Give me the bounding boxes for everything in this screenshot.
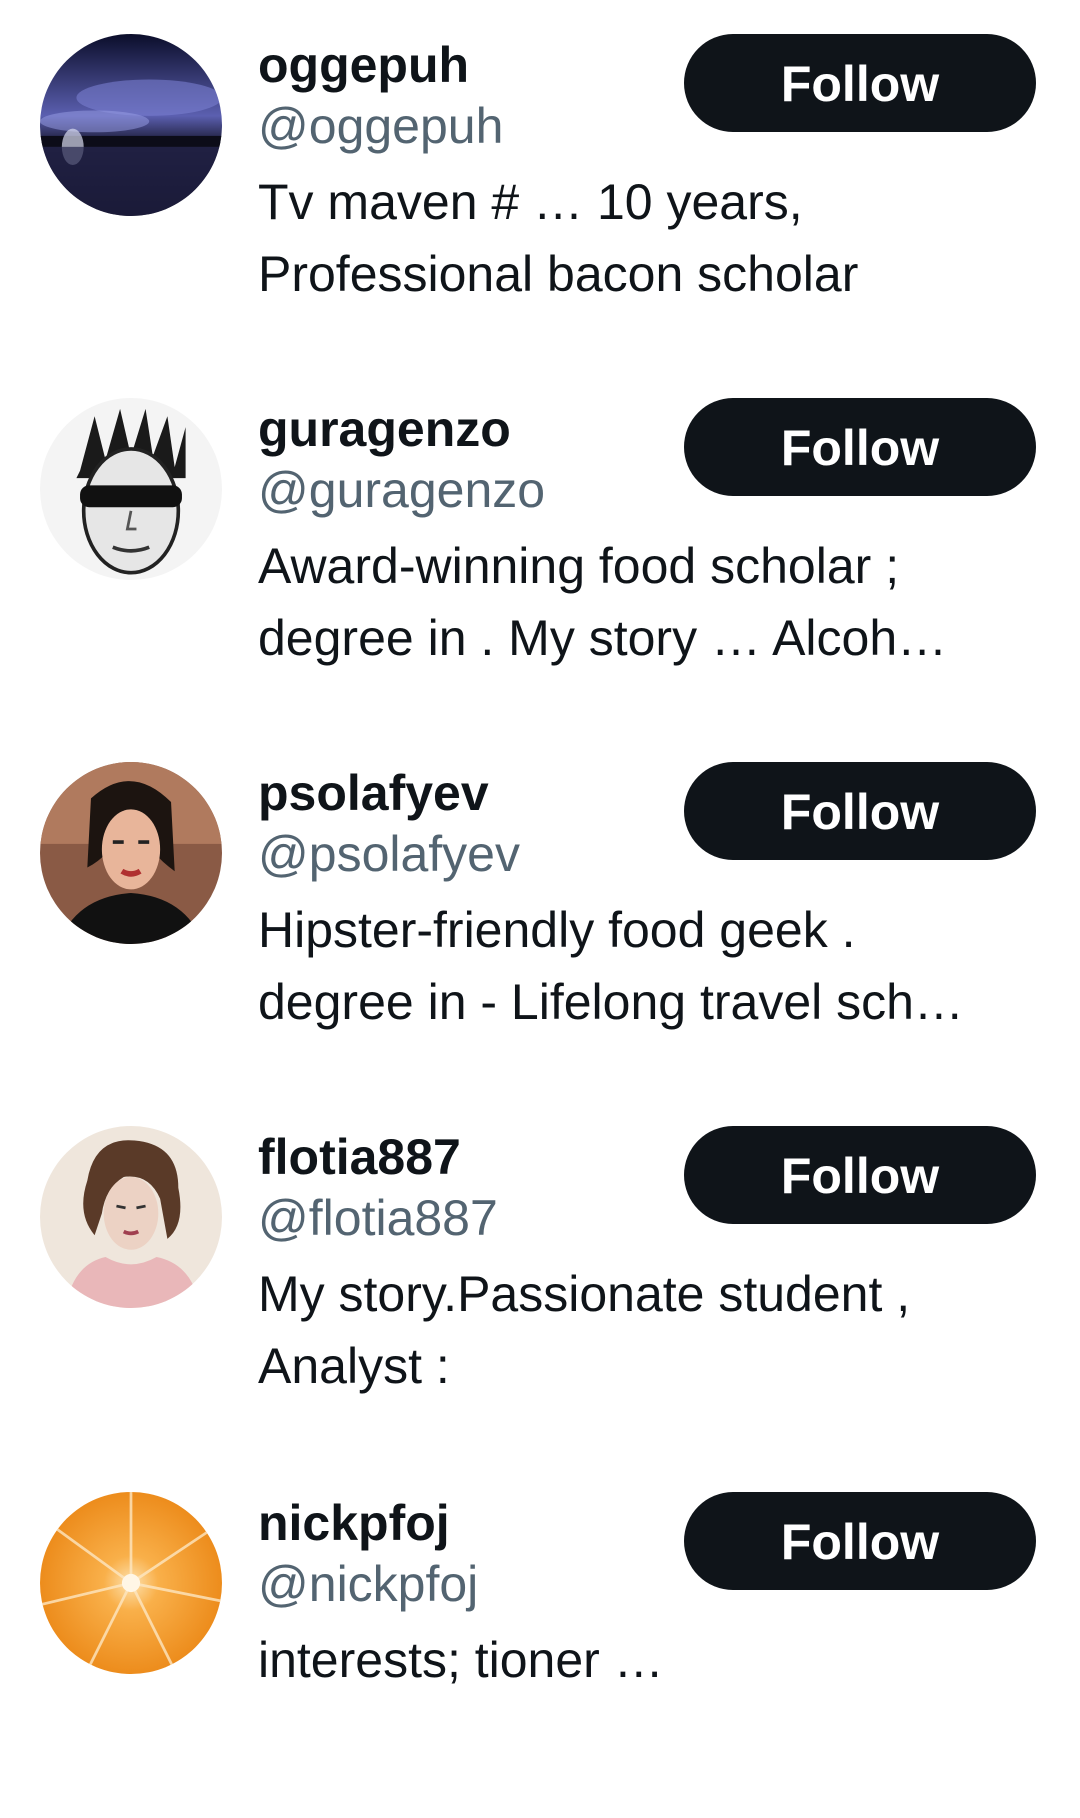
night-lake-photo-icon [40, 34, 222, 216]
user-bio: Award-winning food scholar ; degree in .… [258, 530, 1028, 674]
user-bio: Tv maven # … 10 years, Professional baco… [258, 166, 1028, 310]
user-bio: Hipster-friendly food geek . degree in -… [258, 894, 1028, 1038]
avatar[interactable] [40, 762, 222, 944]
follow-button[interactable]: Follow [684, 398, 1036, 496]
bio-line: Professional bacon scholar [258, 246, 859, 302]
user-cell[interactable]: psolafyev @psolafyev Hipster-friendly fo… [0, 728, 1080, 1088]
orange-slice-photo-icon [40, 1492, 222, 1674]
bio-line: degree in . My story … Alcoh… [258, 610, 948, 666]
avatar[interactable] [40, 1492, 222, 1674]
user-cell[interactable]: flotia887 @flotia887 My story.Passionate… [0, 1092, 1080, 1452]
bio-line: My story.Passionate student , [258, 1266, 911, 1322]
who-to-follow-list: oggepuh @oggepuh Tv maven # … 10 years, … [0, 0, 1080, 1754]
avatar[interactable] [40, 1126, 222, 1308]
bio-line: interests; tioner … [258, 1632, 664, 1688]
bio-line: Hipster-friendly food geek . [258, 902, 856, 958]
user-cell[interactable]: guragenzo @guragenzo Award-winning food … [0, 364, 1080, 724]
follow-button[interactable]: Follow [684, 762, 1036, 860]
woman-illustration-icon [40, 762, 222, 944]
avatar[interactable] [40, 398, 222, 580]
user-cell[interactable]: nickpfoj @nickpfoj interests; tioner … F… [0, 1458, 1080, 1818]
bio-line: Analyst : [258, 1338, 450, 1394]
follow-button[interactable]: Follow [684, 1492, 1036, 1590]
user-bio: My story.Passionate student , Analyst : [258, 1258, 1028, 1402]
user-cell[interactable]: oggepuh @oggepuh Tv maven # … 10 years, … [0, 0, 1080, 360]
user-bio: interests; tioner … [258, 1624, 1028, 1696]
avatar[interactable] [40, 34, 222, 216]
bio-line: degree in - Lifelong travel sch… [258, 974, 964, 1030]
follow-button[interactable]: Follow [684, 1126, 1036, 1224]
follow-button[interactable]: Follow [684, 34, 1036, 132]
bio-line: Award-winning food scholar ; [258, 538, 900, 594]
bio-line: Tv maven # … 10 years, [258, 174, 803, 230]
punk-sunglasses-drawing-icon [40, 398, 222, 580]
vintage-doll-photo-icon [40, 1126, 222, 1308]
